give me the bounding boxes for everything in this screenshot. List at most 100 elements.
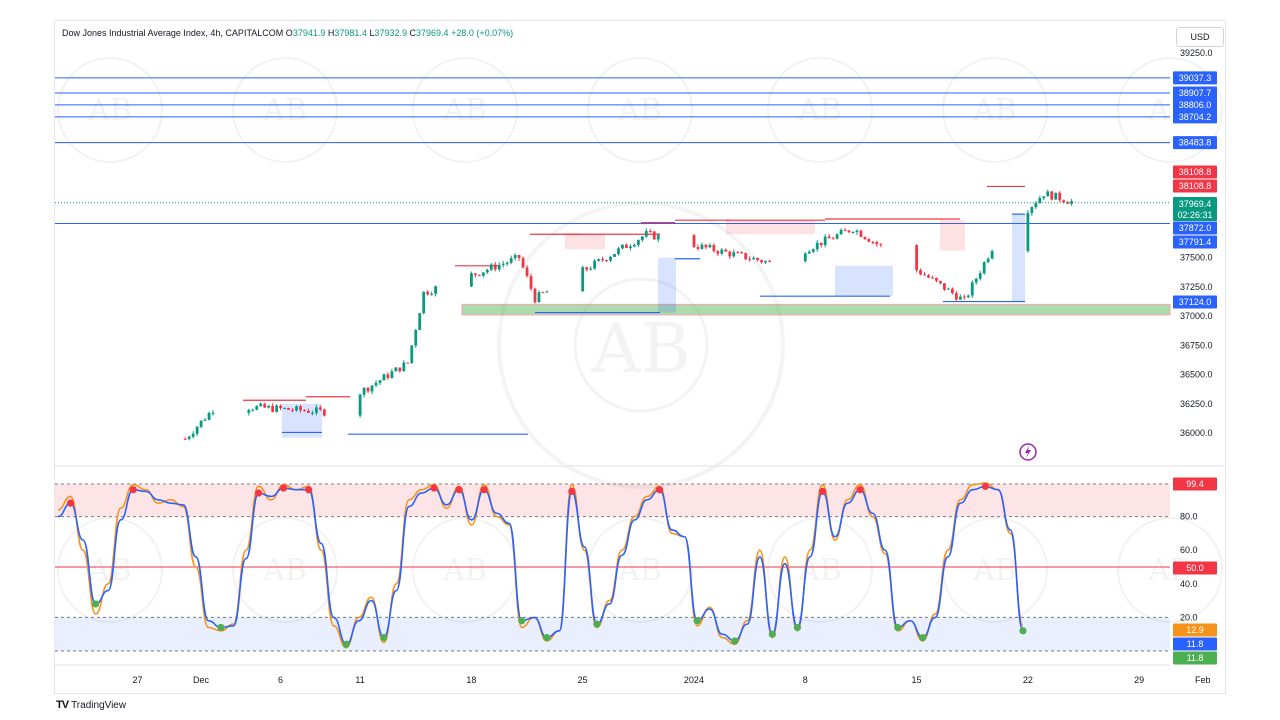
supply-fill-0: [565, 234, 605, 250]
cross-dot-buy: [768, 630, 776, 638]
candle-body: [307, 410, 310, 413]
tradingview-brand[interactable]: TV TradingView: [56, 699, 126, 711]
candle-body: [803, 253, 807, 262]
candle-body: [378, 380, 382, 383]
candle-body: [950, 288, 954, 294]
watermark-center: AB: [497, 201, 785, 489]
candle-body: [811, 249, 815, 252]
candle-body: [605, 260, 608, 262]
candle-body: [287, 407, 290, 410]
resistance-label: 38806.0: [1179, 100, 1212, 110]
candle-body: [386, 374, 390, 378]
candle-body: [207, 412, 211, 420]
zone-fill-3: [1012, 214, 1025, 302]
tradingview-logo-icon: TV: [56, 699, 69, 711]
candle-body: [855, 230, 859, 233]
cross-dot-sell: [430, 484, 438, 492]
candle-body: [263, 403, 267, 408]
candle-body: [199, 420, 203, 427]
cross-dot-buy: [380, 633, 388, 642]
chart-canvas[interactable]: AB AB AB AB AB AB ABAB AB AB AB AB AB ABAB39250.0375…: [0, 0, 1280, 720]
candle-body: [406, 362, 410, 364]
watermark-logo: AB: [262, 93, 307, 128]
candle-body: [1026, 212, 1030, 252]
candle-body: [625, 244, 628, 248]
candle-body: [426, 291, 430, 295]
candle-body: [954, 293, 958, 300]
open-label: O: [285, 28, 293, 38]
candle-body: [398, 367, 402, 372]
price-label: 37872.0: [1179, 223, 1212, 233]
price-tick-label: 36250.0: [1180, 399, 1213, 409]
candle-body: [835, 234, 839, 239]
candle-body: [529, 276, 533, 289]
x-tick-label: 22: [1023, 675, 1033, 685]
low-value: 37932.9: [374, 28, 407, 38]
candle-body: [418, 313, 422, 330]
candle-body: [744, 252, 748, 260]
candle-body: [958, 296, 962, 300]
candle-body: [636, 240, 640, 245]
candle-body: [390, 371, 394, 378]
candle-body: [736, 252, 740, 254]
cross-dot-sell: [981, 482, 990, 490]
candle-body: [394, 367, 398, 372]
candle-body: [275, 405, 279, 412]
candle-body: [374, 382, 378, 386]
candle-body: [879, 244, 883, 246]
candle-body: [1054, 192, 1058, 200]
candle-body: [696, 247, 700, 249]
cross-dot-buy: [342, 640, 350, 648]
candle-body: [430, 293, 434, 295]
candle-body: [613, 253, 616, 257]
candle-body: [986, 258, 990, 263]
candle-body: [533, 288, 537, 303]
candle-body: [819, 242, 823, 246]
candle-body: [541, 292, 545, 294]
price-tick-label: 39250.0: [1180, 48, 1213, 58]
candle-body: [251, 409, 255, 411]
candle-body: [740, 252, 744, 254]
candle-body: [509, 258, 513, 263]
candle-body: [545, 291, 549, 293]
candle-body: [982, 262, 986, 274]
candle-body: [708, 245, 712, 248]
candle-body: [923, 274, 926, 276]
candle-body: [962, 296, 966, 298]
candle-body: [617, 248, 620, 254]
last-price-label: 37969.4: [1179, 199, 1212, 209]
close-value: 37969.4: [416, 28, 449, 38]
osc-value-label: 12.9: [1186, 625, 1204, 635]
watermark-logo: AB: [442, 553, 487, 588]
candle-body: [843, 229, 847, 231]
candle-body: [1062, 200, 1066, 203]
cross-dot-buy: [518, 617, 526, 625]
candle-body: [839, 229, 843, 235]
legend-header: Dow Jones Industrial Average Index, 4h, …: [62, 28, 513, 38]
osc-value-label: 50.0: [1186, 563, 1204, 573]
price-label: 37124.0: [1179, 297, 1212, 307]
candle-body: [370, 385, 374, 392]
candle-body: [589, 268, 593, 270]
candle-body: [473, 273, 477, 275]
watermark-logo: AB: [972, 553, 1017, 588]
osc-tick-label: 20.0: [1180, 612, 1198, 622]
candle-body: [295, 406, 298, 411]
candle-body: [271, 405, 275, 412]
watermark-logo: AB: [87, 93, 132, 128]
candle-body: [1034, 203, 1038, 208]
candle-body: [537, 292, 541, 303]
watermark-logo: AB: [617, 93, 662, 128]
countdown-label: 02:26:31: [1177, 210, 1212, 220]
x-tick-label: Feb: [1195, 675, 1211, 685]
currency-button[interactable]: USD: [1176, 27, 1224, 47]
cross-dot-buy: [919, 633, 927, 642]
candle-body: [283, 407, 286, 409]
candle-body: [919, 270, 922, 275]
candle-body: [501, 263, 505, 265]
candle-body: [362, 387, 366, 395]
x-tick-label: 27: [132, 675, 142, 685]
price-tick-label: 36000.0: [1180, 428, 1213, 438]
watermark-logo: AB: [262, 553, 307, 588]
resistance-label: 38483.8: [1179, 138, 1212, 148]
